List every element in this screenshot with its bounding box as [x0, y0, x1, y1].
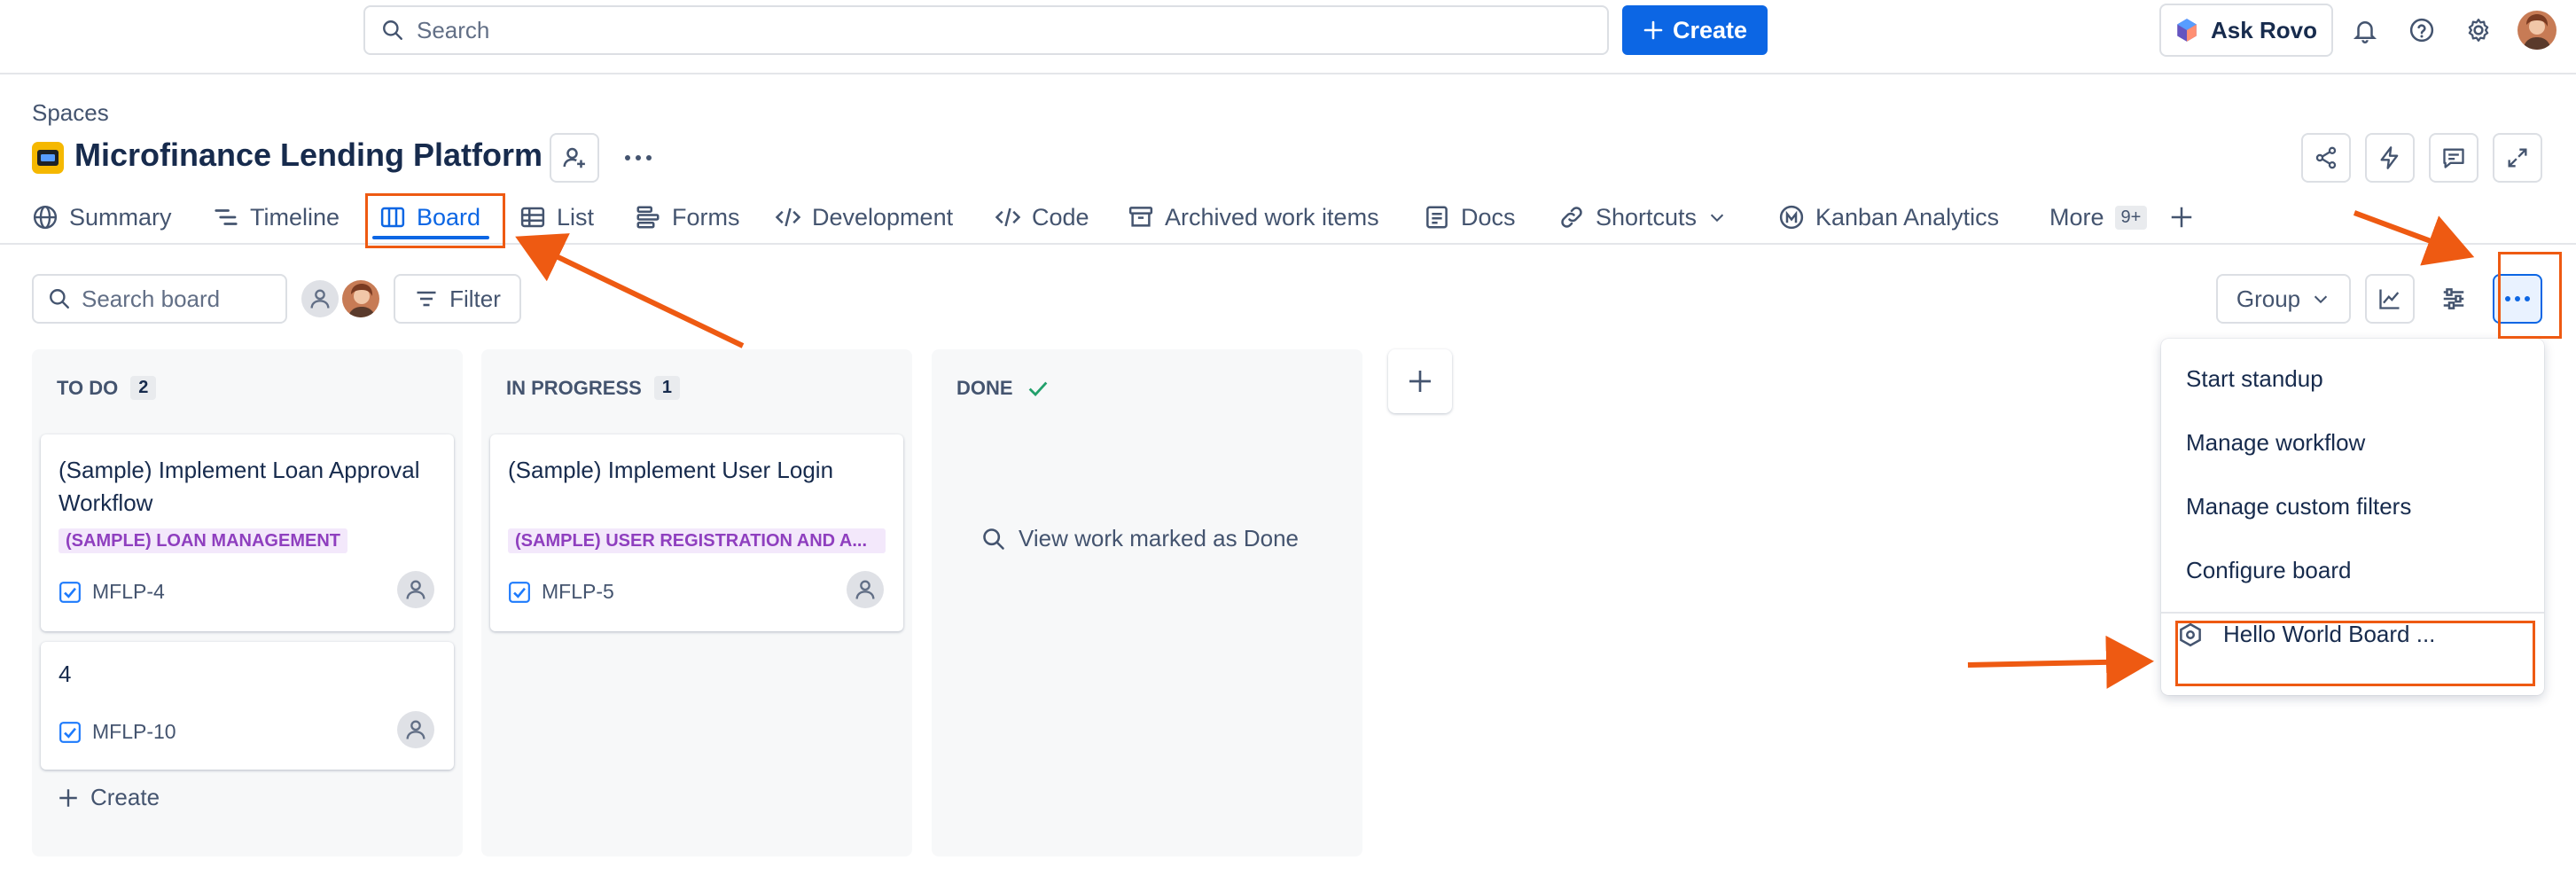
- annotation-arrow-to-more-button: [2353, 210, 2475, 266]
- annotation-arrow-to-hello-world-item: [1967, 635, 2154, 689]
- annotation-arrows: [515, 210, 2475, 689]
- annotation-arrow-to-board-tab: [515, 233, 745, 348]
